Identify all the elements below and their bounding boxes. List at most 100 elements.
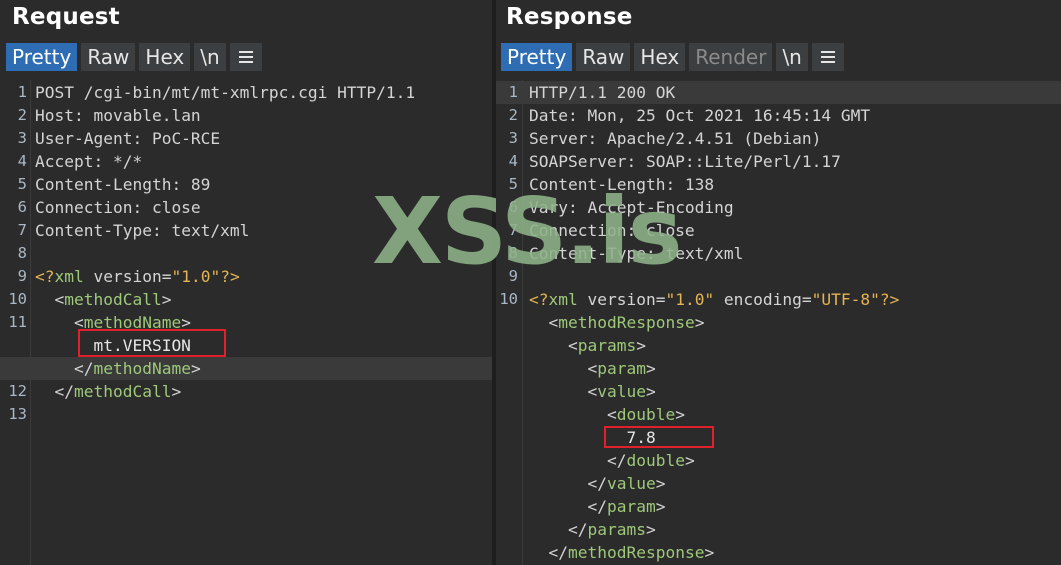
header-value: text/xml (655, 244, 744, 263)
xml-bracket: > (675, 405, 685, 424)
response-code-line[interactable]: 9 (496, 265, 1061, 288)
response-code-line[interactable]: 7.8 (496, 426, 1061, 449)
request-tab-pretty[interactable]: Pretty (6, 43, 78, 71)
line-content: Content-Length: 138 (529, 173, 714, 196)
line-content: </methodName> (35, 357, 201, 380)
response-code-line[interactable]: 5 Content-Length: 138 (496, 173, 1061, 196)
response-code-line[interactable]: <param> (496, 357, 1061, 380)
xml-bracket: > (636, 336, 646, 355)
line-content: <methodName> (35, 311, 191, 334)
response-code-line[interactable]: </methodResponse> (496, 541, 1061, 564)
request-code-line[interactable]: mt.VERSION (0, 334, 492, 357)
response-code-line[interactable]: </params> (496, 518, 1061, 541)
header-value: 138 (675, 175, 715, 194)
header-value: */* (103, 152, 143, 171)
xml-bracket: > (645, 520, 656, 539)
line-number: 9 (17, 267, 27, 285)
header-name: Server: (529, 129, 598, 148)
xml-bracket: < (54, 290, 65, 309)
request-pane: Request Pretty Raw Hex \n 1 POST /cgi-bin… (0, 0, 492, 565)
line-number: 3 (508, 129, 518, 147)
xml-text-value: 7.8 (529, 428, 656, 447)
request-menu-button[interactable] (229, 43, 262, 71)
header-value: Apache/2.4.51 (Debian) (597, 129, 822, 148)
request-code-line[interactable]: 13 (0, 403, 492, 426)
response-code-line[interactable]: 10 <?xml version="1.0" encoding="UTF-8"?> (496, 288, 1061, 311)
xml-bracket: </ (587, 474, 607, 493)
xml-attr-value: "UTF-8" (811, 290, 880, 309)
line-content: HTTP/1.1 200 OK (529, 81, 675, 104)
response-code-line[interactable]: 1 HTTP/1.1 200 OK (496, 81, 1061, 104)
xml-tag-name: methodName (83, 313, 182, 332)
response-tab-newline[interactable]: \n (776, 43, 808, 71)
request-code-line[interactable]: 8 (0, 242, 492, 265)
request-code-line[interactable]: 1 POST /cgi-bin/mt/mt-xmlrpc.cgi HTTP/1.1 (0, 81, 492, 104)
response-code-line[interactable]: <methodResponse> (496, 311, 1061, 334)
line-number: 4 (508, 152, 518, 170)
request-code-line[interactable]: 4 Accept: */* (0, 150, 492, 173)
response-code-line[interactable]: <value> (496, 380, 1061, 403)
xml-bracket: > (171, 382, 182, 401)
line-number: 5 (17, 175, 27, 193)
xml-tag-name: methodCall (74, 382, 172, 401)
request-view-tabs: Pretty Raw Hex \n (6, 43, 262, 71)
header-name: SOAPServer: (529, 152, 637, 171)
request-code-line[interactable]: 3 User-Agent: PoC-RCE (0, 127, 492, 150)
line-number: 10 (499, 290, 518, 308)
xml-bracket: > (684, 451, 695, 470)
xml-bracket: < (73, 313, 84, 332)
response-code-line[interactable]: </param> (496, 495, 1061, 518)
line-content: <?xml version="1.0" encoding="UTF-8"?> (529, 288, 899, 311)
request-code-line[interactable]: 2 Host: movable.lan (0, 104, 492, 127)
request-code-line[interactable]: 9 <?xml version="1.0"?> (0, 265, 492, 288)
response-tab-pretty[interactable]: Pretty (501, 43, 573, 71)
response-code-line[interactable]: 7 Connection: close (496, 219, 1061, 242)
line-number: 5 (508, 175, 518, 193)
request-tab-hex[interactable]: Hex (139, 43, 191, 71)
header-name: Vary: (529, 198, 578, 217)
response-tab-render[interactable]: Render (689, 43, 773, 71)
response-tab-raw[interactable]: Raw (576, 43, 631, 71)
request-tab-raw[interactable]: Raw (81, 43, 136, 71)
request-code-line[interactable]: 11 <methodName> (0, 311, 492, 334)
request-code-line[interactable]: 12 </methodCall> (0, 380, 492, 403)
response-code-line[interactable]: 8 Content-Type: text/xml (496, 242, 1061, 265)
response-editor[interactable]: 1 HTTP/1.1 200 OK 2 Date: Mon, 25 Oct 2021 … (496, 80, 1061, 565)
response-code-line[interactable]: 2 Date: Mon, 25 Oct 2021 16:45:14 GMT (496, 104, 1061, 127)
header-name: Content-Type: (35, 221, 162, 240)
header-value: 89 (181, 175, 211, 194)
xml-tag-name: methodResponse (568, 543, 705, 562)
line-content: POST /cgi-bin/mt/mt-xmlrpc.cgi HTTP/1.1 (35, 81, 415, 104)
xml-bracket: </ (567, 520, 588, 539)
line-number: 11 (8, 313, 27, 331)
request-code-line[interactable]: 5 Content-Length: 89 (0, 173, 492, 196)
header-value: close (142, 198, 201, 217)
request-code-line[interactable]: 6 Connection: close (0, 196, 492, 219)
request-code-line[interactable]: </methodName> (0, 357, 492, 380)
response-code-line[interactable]: 6 Vary: Accept-Encoding (496, 196, 1061, 219)
response-code-line[interactable]: 4 SOAPServer: SOAP::Lite/Perl/1.17 (496, 150, 1061, 173)
response-code-line[interactable]: 3 Server: Apache/2.4.51 (Debian) (496, 127, 1061, 150)
response-code-line[interactable]: <params> (496, 334, 1061, 357)
response-code-line[interactable]: </value> (496, 472, 1061, 495)
response-code-line[interactable]: <double> (496, 403, 1061, 426)
xml-bracket: > (645, 382, 656, 401)
xml-tag-name: params (577, 336, 637, 355)
xml-bracket: > (655, 497, 666, 516)
line-number: 7 (508, 221, 518, 239)
line-content: </value> (529, 472, 665, 495)
xml-bracket: </ (548, 543, 569, 562)
line-number: 4 (17, 152, 27, 170)
response-tab-hex[interactable]: Hex (634, 43, 686, 71)
response-code-line[interactable]: </double> (496, 449, 1061, 472)
code-text: POST /cgi-bin/mt/mt-xmlrpc.cgi HTTP/1.1 (35, 83, 416, 102)
request-editor[interactable]: 1 POST /cgi-bin/mt/mt-xmlrpc.cgi HTTP/1.1… (0, 80, 492, 565)
xml-tag-name: double (626, 451, 685, 470)
xml-bracket: < (587, 359, 598, 378)
line-content: SOAPServer: SOAP::Lite/Perl/1.17 (529, 150, 841, 173)
response-title: Response (506, 4, 633, 30)
request-tab-newline[interactable]: \n (194, 43, 226, 71)
request-code-line[interactable]: 10 <methodCall> (0, 288, 492, 311)
response-menu-button[interactable] (811, 43, 844, 71)
request-code-line[interactable]: 7 Content-Type: text/xml (0, 219, 492, 242)
